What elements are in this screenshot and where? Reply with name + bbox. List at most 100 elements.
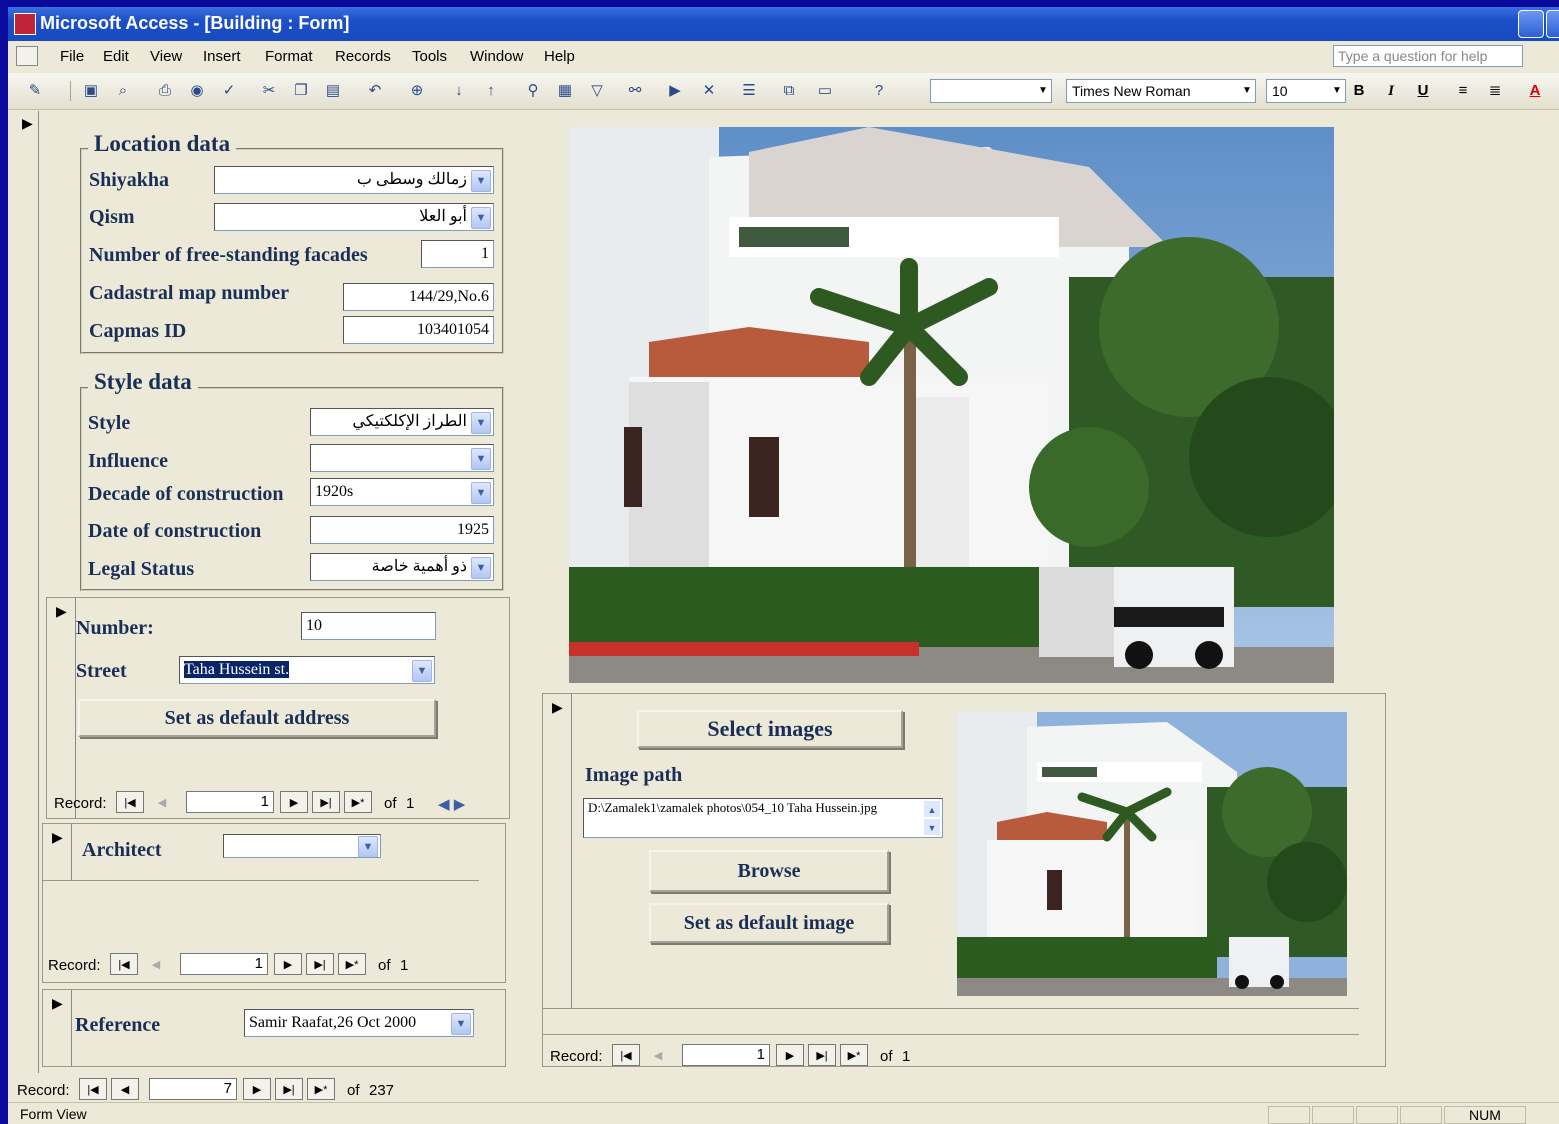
architect-select[interactable]: ▼: [223, 834, 381, 858]
street-select[interactable]: Taha Hussein st. ▼: [179, 656, 435, 684]
new-object-icon[interactable]: ▭: [814, 81, 836, 101]
align-left-icon[interactable]: ≡: [1452, 81, 1474, 101]
help-search-input[interactable]: Type a question for help: [1333, 45, 1523, 67]
new-record-icon[interactable]: ▶: [664, 81, 686, 101]
address-record-selector[interactable]: ▶: [47, 598, 76, 818]
menu-insert[interactable]: Insert: [203, 48, 241, 65]
spelling-icon[interactable]: ✓: [218, 81, 240, 101]
scroll-down-icon[interactable]: ▼: [924, 819, 940, 835]
chevron-down-icon[interactable]: ▼: [358, 836, 378, 857]
find-icon[interactable]: ⚯: [624, 81, 646, 101]
last-record-button[interactable]: ▶|: [808, 1044, 836, 1066]
cut-icon[interactable]: ✂: [258, 81, 280, 101]
chevron-down-icon[interactable]: ▼: [412, 660, 432, 682]
facades-field[interactable]: 1: [421, 240, 494, 268]
print-preview-icon[interactable]: ◉: [186, 81, 208, 101]
menu-records[interactable]: Records: [335, 48, 391, 65]
chevron-down-icon[interactable]: ▼: [471, 170, 491, 192]
chevron-down-icon[interactable]: ▼: [471, 482, 491, 504]
font-color-button[interactable]: A: [1524, 81, 1546, 101]
record-number-input[interactable]: 7: [149, 1078, 237, 1100]
reference-record-selector[interactable]: ▶: [43, 990, 72, 1066]
architect-record-selector[interactable]: ▶: [43, 824, 72, 880]
set-default-image-button[interactable]: Set as default image: [649, 903, 889, 943]
menu-tools[interactable]: Tools: [412, 48, 447, 65]
menu-file[interactable]: File: [60, 48, 84, 65]
new-record-button[interactable]: ▶*: [840, 1044, 868, 1066]
save-icon[interactable]: ▣: [80, 81, 102, 101]
scroll-up-icon[interactable]: ▲: [924, 801, 940, 817]
previous-record-button[interactable]: ◀: [111, 1078, 139, 1100]
style-select[interactable]: الطراز الإكلكتيكي ▼: [310, 408, 494, 436]
menu-window[interactable]: Window: [470, 48, 523, 65]
properties-icon[interactable]: ☰: [738, 81, 760, 101]
help-icon[interactable]: ?: [868, 81, 890, 101]
new-record-button[interactable]: ▶*: [307, 1078, 335, 1100]
previous-record-button[interactable]: ◀: [148, 791, 176, 813]
next-record-button[interactable]: ▶: [776, 1044, 804, 1066]
decade-select[interactable]: 1920s ▼: [310, 478, 494, 506]
shiyakha-select[interactable]: زمالك وسطى ب ▼: [214, 166, 494, 194]
record-selector[interactable]: ▶: [18, 111, 39, 1073]
number-field[interactable]: 10: [301, 612, 436, 640]
images-record-selector[interactable]: ▶: [543, 694, 572, 1008]
next-record-button[interactable]: ▶: [243, 1078, 271, 1100]
view-icon[interactable]: ✎: [24, 81, 46, 101]
qism-select[interactable]: أبو العلا ▼: [214, 203, 494, 231]
first-record-button[interactable]: |◀: [110, 953, 138, 975]
new-record-button[interactable]: ▶*: [338, 953, 366, 975]
reference-select[interactable]: Samir Raafat,26 Oct 2000 ▼: [244, 1009, 474, 1037]
search-icon[interactable]: ⌕: [112, 81, 134, 101]
legal-status-select[interactable]: ذو أهمية خاصة ▼: [310, 553, 494, 581]
chevron-down-icon[interactable]: ▼: [471, 557, 491, 579]
last-record-button[interactable]: ▶|: [275, 1078, 303, 1100]
capmas-field[interactable]: 103401054: [343, 316, 494, 344]
menu-edit[interactable]: Edit: [103, 48, 129, 65]
sort-ascending-icon[interactable]: ↓: [448, 81, 470, 101]
menu-help[interactable]: Help: [544, 48, 575, 65]
font-name-combo[interactable]: Times New Roman ▼: [1066, 79, 1256, 103]
database-window-icon[interactable]: ⧉: [778, 81, 800, 101]
form-icon[interactable]: [16, 46, 38, 66]
restore-button[interactable]: [1546, 10, 1559, 38]
last-record-button[interactable]: ▶|: [306, 953, 334, 975]
first-record-button[interactable]: |◀: [116, 791, 144, 813]
paste-icon[interactable]: ▤: [322, 81, 344, 101]
hyperlink-icon[interactable]: ⊕: [406, 81, 428, 101]
previous-record-button[interactable]: ◀: [142, 953, 170, 975]
first-record-button[interactable]: |◀: [79, 1078, 107, 1100]
chevron-down-icon[interactable]: ▼: [471, 448, 491, 470]
chevron-down-icon[interactable]: ▼: [1035, 80, 1051, 102]
copy-icon[interactable]: ❐: [290, 81, 312, 101]
menu-format[interactable]: Format: [265, 48, 313, 65]
influence-select[interactable]: ▼: [310, 444, 494, 472]
last-record-button[interactable]: ▶|: [312, 791, 340, 813]
chevron-down-icon[interactable]: ▼: [451, 1013, 471, 1035]
delete-record-icon[interactable]: ✕: [698, 81, 720, 101]
scroll-left-icon[interactable]: ◀ ▶: [438, 795, 465, 813]
filter-by-selection-icon[interactable]: ⚲: [522, 81, 544, 101]
object-combo[interactable]: ▼: [930, 79, 1052, 103]
menu-view[interactable]: View: [150, 48, 182, 65]
apply-filter-icon[interactable]: ▽: [586, 81, 608, 101]
record-number-input[interactable]: 1: [180, 953, 268, 975]
image-path-field[interactable]: D:\Zamalek1\zamalek photos\054_10 Taha H…: [583, 798, 943, 838]
cadastral-field[interactable]: 144/29,No.6: [343, 283, 494, 311]
select-images-button[interactable]: Select images: [637, 710, 903, 748]
new-record-button[interactable]: ▶*: [344, 791, 372, 813]
next-record-button[interactable]: ▶: [280, 791, 308, 813]
sort-descending-icon[interactable]: ↑: [480, 81, 502, 101]
filter-by-form-icon[interactable]: ▦: [554, 81, 576, 101]
browse-button[interactable]: Browse: [649, 850, 889, 892]
bold-button[interactable]: B: [1348, 81, 1370, 101]
italic-button[interactable]: I: [1380, 81, 1402, 101]
date-field[interactable]: 1925: [310, 516, 494, 544]
chevron-down-icon[interactable]: ▼: [471, 207, 491, 229]
record-number-input[interactable]: 1: [186, 791, 274, 813]
previous-record-button[interactable]: ◀: [644, 1044, 672, 1066]
undo-icon[interactable]: ↶: [364, 81, 386, 101]
chevron-down-icon[interactable]: ▼: [471, 412, 491, 434]
align-center-icon[interactable]: ≣: [1484, 81, 1506, 101]
chevron-down-icon[interactable]: ▼: [1239, 80, 1255, 102]
underline-button[interactable]: U: [1412, 81, 1434, 101]
